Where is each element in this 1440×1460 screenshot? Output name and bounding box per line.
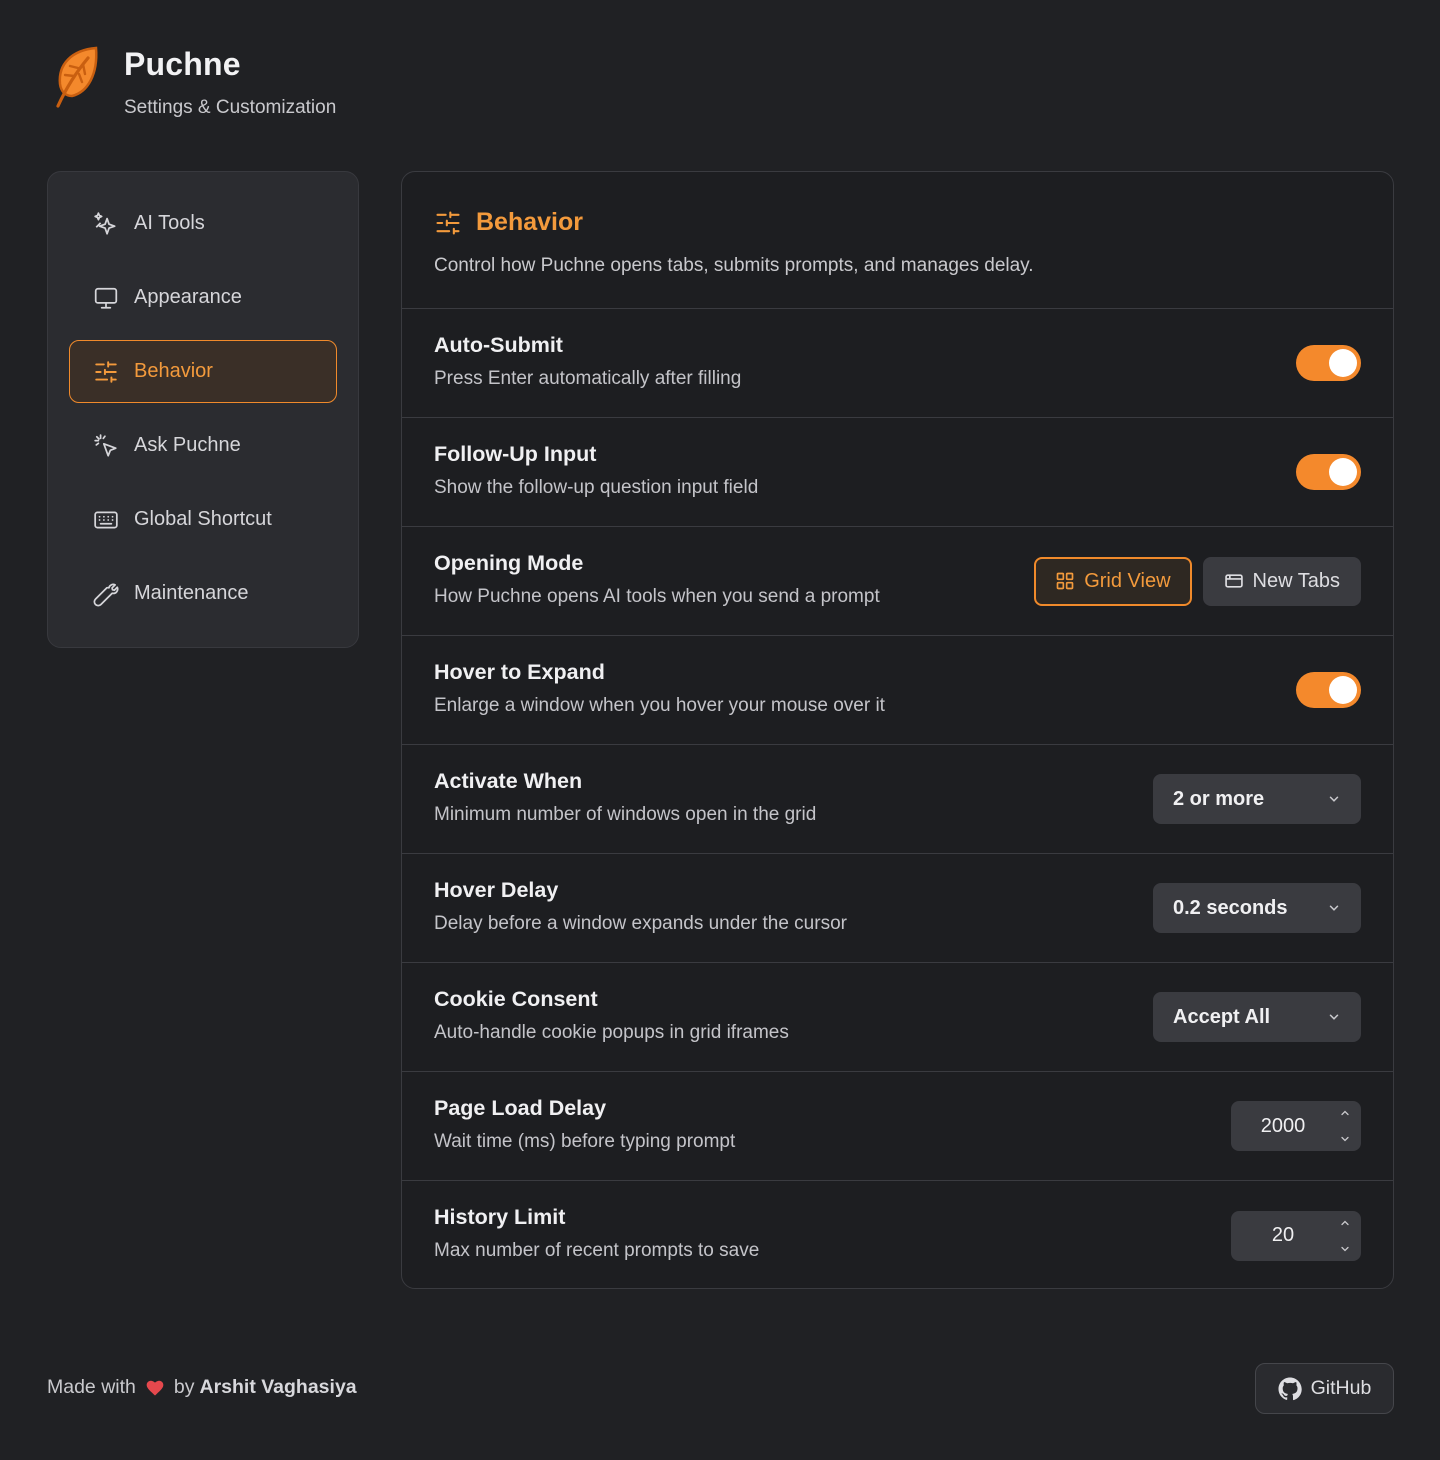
new-tabs-label: New Tabs bbox=[1252, 569, 1340, 592]
select-value: 2 or more bbox=[1173, 787, 1265, 810]
cursor-click-icon bbox=[92, 432, 120, 460]
sidebar-item-label: Appearance bbox=[134, 286, 242, 308]
sliders-icon bbox=[92, 358, 120, 386]
chevron-down-icon bbox=[1329, 796, 1339, 802]
chevron-down-icon bbox=[1329, 905, 1339, 911]
app-subtitle: Settings & Customization bbox=[124, 97, 337, 118]
toggle-knob bbox=[1329, 458, 1357, 486]
sidebar-item-appearance[interactable]: Appearance bbox=[69, 266, 337, 329]
new-tabs-button[interactable]: New Tabs bbox=[1202, 556, 1361, 606]
grid-view-button[interactable]: Grid View bbox=[1034, 556, 1192, 606]
setting-page-load-delay: Page Load Delay Wait time (ms) before ty… bbox=[402, 1072, 1393, 1181]
history-limit-input[interactable]: 20 bbox=[1231, 1210, 1361, 1261]
toggle-knob bbox=[1329, 676, 1357, 704]
hover-to-expand-toggle[interactable] bbox=[1296, 672, 1361, 708]
made-with-text: Made with bbox=[47, 1376, 136, 1398]
setting-description: Show the follow-up question input field bbox=[434, 477, 759, 498]
setting-title: Auto-Submit bbox=[434, 333, 563, 357]
select-value: Accept All bbox=[1173, 1005, 1271, 1028]
github-button[interactable]: GitHub bbox=[1255, 1363, 1394, 1414]
leaf-icon bbox=[56, 46, 98, 108]
panel-title: Behavior bbox=[476, 208, 583, 236]
chevron-up-icon[interactable] bbox=[1339, 1107, 1351, 1119]
chevron-down-icon[interactable] bbox=[1339, 1243, 1351, 1255]
panel-description: Control how Puchne opens tabs, submits p… bbox=[434, 255, 1034, 276]
setting-activate-when: Activate When Minimum number of windows … bbox=[402, 745, 1393, 854]
setting-description: Enlarge a window when you hover your mou… bbox=[434, 695, 885, 716]
chevron-down-icon bbox=[1329, 1014, 1339, 1020]
page-load-delay-input[interactable]: 2000 bbox=[1231, 1101, 1361, 1151]
activate-when-select[interactable]: 2 or more bbox=[1153, 774, 1361, 824]
cookie-consent-select[interactable]: Accept All bbox=[1153, 992, 1361, 1042]
sidebar-item-ask-puchne[interactable]: Ask Puchne bbox=[69, 414, 337, 477]
number-value: 20 bbox=[1271, 1224, 1295, 1246]
github-label: GitHub bbox=[1310, 1377, 1372, 1399]
behavior-panel: Behavior Control how Puchne opens tabs, … bbox=[401, 171, 1394, 1289]
keyboard-icon bbox=[92, 506, 120, 534]
setting-description: Max number of recent prompts to save bbox=[434, 1240, 760, 1261]
setting-opening-mode: Opening Mode How Puchne opens AI tools w… bbox=[402, 527, 1393, 636]
grid-icon bbox=[1055, 571, 1075, 591]
setting-hover-delay: Hover Delay Delay before a window expand… bbox=[402, 854, 1393, 963]
sidebar-item-ai-tools[interactable]: AI Tools bbox=[69, 192, 337, 255]
auto-submit-toggle[interactable] bbox=[1296, 345, 1361, 381]
by-text: by bbox=[173, 1376, 195, 1398]
sidebar-item-maintenance[interactable]: Maintenance bbox=[69, 562, 337, 625]
sidebar-item-label: Global Shortcut bbox=[134, 508, 272, 530]
sidebar-item-label: AI Tools bbox=[134, 212, 205, 234]
toggle-knob bbox=[1329, 349, 1357, 377]
sidebar-item-behavior[interactable]: Behavior bbox=[69, 340, 337, 403]
setting-title: History Limit bbox=[434, 1205, 566, 1229]
chevron-up-icon[interactable] bbox=[1339, 1217, 1351, 1229]
footer-credit: Made with by Arshit Vaghasiya bbox=[47, 1376, 357, 1399]
select-value: 0.2 seconds bbox=[1173, 896, 1288, 919]
author-name: Arshit Vaghasiya bbox=[199, 1376, 357, 1398]
app-header: Puchne Settings & Customization bbox=[52, 44, 336, 119]
setting-cookie-consent: Cookie Consent Auto-handle cookie popups… bbox=[402, 963, 1393, 1072]
setting-title: Hover to Expand bbox=[434, 660, 605, 684]
browser-tab-icon bbox=[1224, 571, 1244, 591]
setting-title: Follow-Up Input bbox=[434, 442, 597, 466]
sidebar-item-global-shortcut[interactable]: Global Shortcut bbox=[69, 488, 337, 551]
panel-header: Behavior Control how Puchne opens tabs, … bbox=[402, 172, 1393, 309]
hover-delay-select[interactable]: 0.2 seconds bbox=[1153, 883, 1361, 933]
chevron-down-icon[interactable] bbox=[1339, 1133, 1351, 1145]
settings-sidebar: AI Tools Appearance Behavior Ask Puchne … bbox=[47, 171, 359, 648]
sliders-icon bbox=[436, 210, 460, 235]
setting-auto-submit: Auto-Submit Press Enter automatically af… bbox=[402, 309, 1393, 418]
wrench-icon bbox=[92, 580, 120, 608]
app-title: Puchne bbox=[124, 46, 241, 82]
sidebar-item-label: Ask Puchne bbox=[134, 434, 241, 456]
number-value: 2000 bbox=[1260, 1114, 1306, 1137]
github-icon bbox=[1278, 1377, 1302, 1401]
setting-hover-to-expand: Hover to Expand Enlarge a window when yo… bbox=[402, 636, 1393, 745]
grid-view-label: Grid View bbox=[1084, 569, 1171, 592]
sidebar-item-label: Maintenance bbox=[134, 582, 249, 604]
setting-follow-up-input: Follow-Up Input Show the follow-up quest… bbox=[402, 418, 1393, 527]
heart-icon bbox=[145, 1378, 165, 1398]
setting-description: Press Enter automatically after filling bbox=[434, 368, 742, 389]
setting-description: Wait time (ms) before typing prompt bbox=[434, 1131, 736, 1152]
follow-up-input-toggle[interactable] bbox=[1296, 454, 1361, 490]
setting-history-limit: History Limit Max number of recent promp… bbox=[402, 1181, 1393, 1288]
sparkles-icon bbox=[92, 210, 120, 238]
monitor-icon bbox=[92, 284, 120, 312]
sidebar-item-label: Behavior bbox=[134, 360, 213, 382]
setting-title: Page Load Delay bbox=[434, 1096, 607, 1120]
